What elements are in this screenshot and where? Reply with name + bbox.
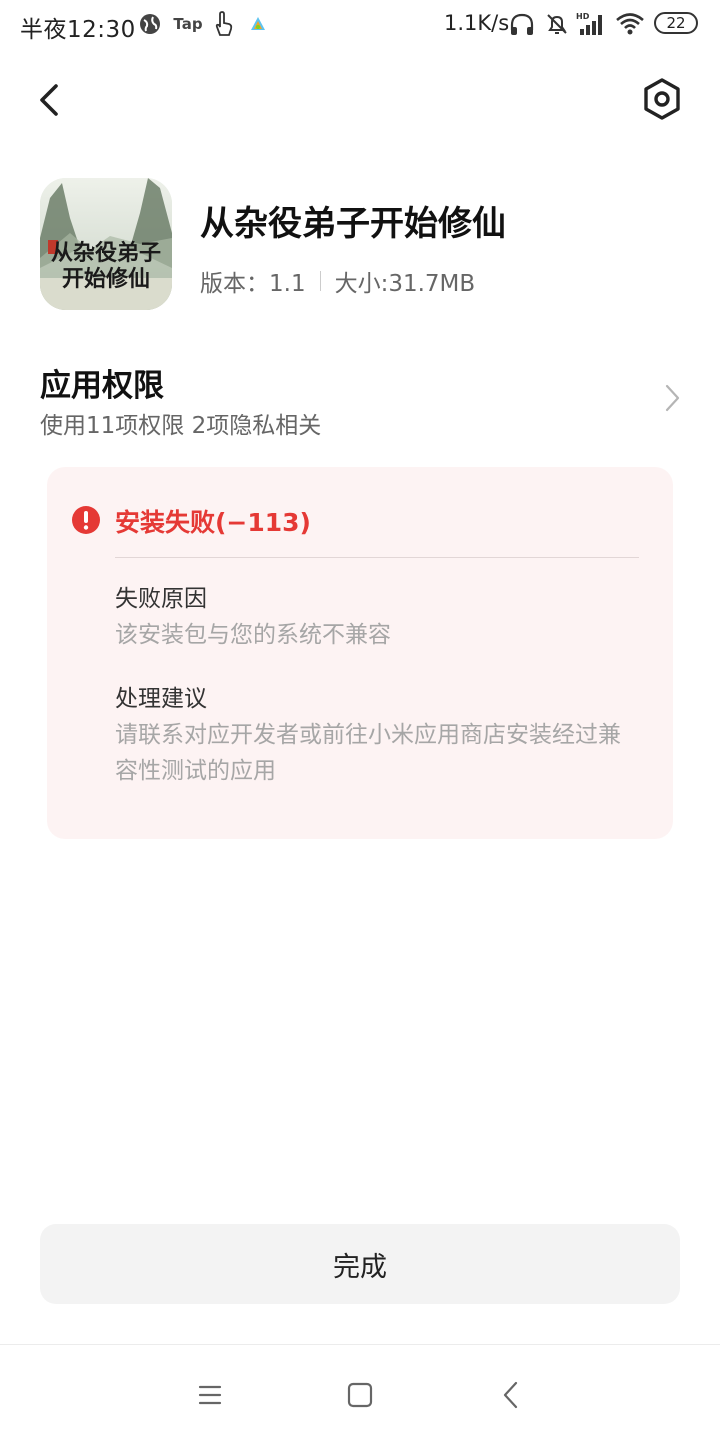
svg-text:HD: HD <box>576 12 590 21</box>
permissions-title: 应用权限 <box>40 368 164 404</box>
globe-icon <box>138 10 162 38</box>
chevron-left-icon <box>40 84 58 116</box>
app-icon-text-line2: 开始修仙 <box>62 266 150 292</box>
home-square-icon <box>347 1382 373 1408</box>
app-version: 版本：1.1 <box>200 271 306 297</box>
done-button[interactable]: 完成 <box>40 1224 680 1304</box>
app-icon: 从杂役弟子 开始修仙 <box>40 178 172 310</box>
chevron-right-icon <box>665 384 680 412</box>
error-alert-icon <box>72 506 100 534</box>
permissions-subtitle: 使用11项权限 2项隐私相关 <box>40 413 322 439</box>
settings-button[interactable] <box>640 76 684 122</box>
tap-icon: Tap <box>173 15 203 33</box>
app-name: 从杂役弟子开始修仙 <box>200 204 506 244</box>
app-size: 大小:31.7MB <box>334 271 476 297</box>
network-speed: 1.1K/s <box>444 11 510 35</box>
home-button[interactable] <box>340 1375 380 1415</box>
navigation-bar <box>0 1344 720 1440</box>
menu-icon <box>198 1385 222 1405</box>
meta-divider <box>319 271 321 291</box>
hd-signal-icon: HD <box>576 10 606 38</box>
status-bar: 半夜12:30 Tap 1.1K/s HD 22 <box>0 0 720 48</box>
wifi-icon <box>614 10 646 38</box>
headphones-icon <box>508 10 536 38</box>
failure-reason-label: 失败原因 <box>115 586 207 612</box>
status-time: 半夜12:30 <box>20 17 136 43</box>
hexagon-settings-icon <box>644 78 680 120</box>
permissions-row[interactable]: 应用权限 使用11项权限 2项隐私相关 <box>40 356 690 442</box>
error-title: 安装失败(−113) <box>115 508 311 537</box>
app-notify-icon <box>246 10 270 38</box>
advice-label: 处理建议 <box>115 686 207 712</box>
failure-reason-text: 该安装包与您的系统不兼容 <box>115 622 391 648</box>
back-chevron-icon <box>503 1381 518 1409</box>
nav-back-button[interactable] <box>492 1375 532 1415</box>
back-button[interactable] <box>30 76 74 124</box>
app-icon-text-line1: 从杂役弟子 <box>51 240 161 266</box>
battery-icon: 22 <box>654 12 698 34</box>
app-meta: 版本：1.1 大小:31.7MB <box>200 264 475 298</box>
error-card: 安装失败(−113) 失败原因 该安装包与您的系统不兼容 处理建议 请联系对应开… <box>47 467 673 839</box>
error-divider <box>115 557 639 558</box>
mute-bell-icon <box>544 10 570 38</box>
advice-text: 请联系对应开发者或前往小米应用商店安装经过兼容性测试的应用 <box>115 722 621 784</box>
hand-touch-icon <box>210 10 236 38</box>
menu-button[interactable] <box>190 1375 230 1415</box>
